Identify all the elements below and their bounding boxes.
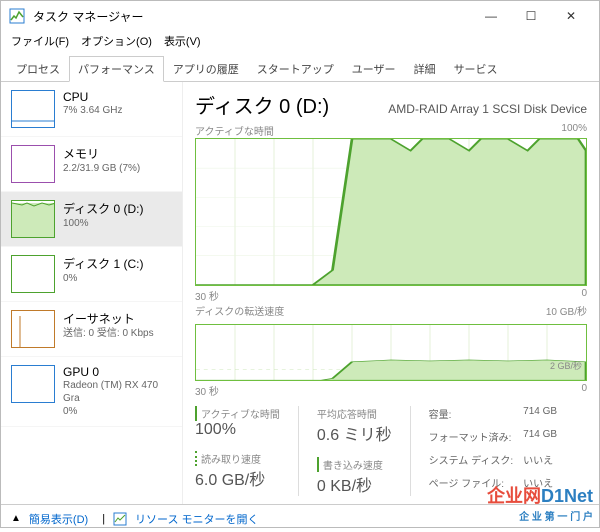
formatted-label: フォーマット済み: — [429, 429, 514, 450]
graph1-max: 100% — [561, 123, 587, 138]
gpu0-sub: Radeon (TM) RX 470 Gra 0% — [63, 379, 172, 418]
disk0-thumb — [11, 200, 55, 238]
disk1-label: ディスク 1 (C:) — [63, 255, 144, 272]
avg-resp-value: 0.6 ミリ秒 — [317, 421, 392, 445]
menu-file[interactable]: ファイル(F) — [11, 33, 69, 49]
formatted-value: 714 GB — [523, 429, 557, 450]
tab-users[interactable]: ユーザー — [343, 56, 405, 82]
graph2-xleft: 30 秒 — [195, 383, 219, 398]
read-speed-label: 読み取り速度 — [195, 451, 280, 466]
content: CPU7% 3.64 GHz メモリ2.2/31.9 GB (7%) ディスク … — [1, 82, 599, 504]
disk1-sub: 0% — [63, 272, 144, 285]
graph1-xleft: 30 秒 — [195, 288, 219, 303]
transfer-speed-graph: 2 GB/秒 — [195, 324, 587, 381]
tabstrip: プロセス パフォーマンス アプリの履歴 スタートアップ ユーザー 詳細 サービス — [1, 55, 599, 82]
graph2-xright: 0 — [581, 383, 587, 398]
disk0-sub: 100% — [63, 217, 144, 230]
tab-details[interactable]: 詳細 — [405, 56, 445, 82]
disk1-thumb — [11, 255, 55, 293]
resource-monitor-link[interactable]: リソース モニターを開く — [135, 511, 259, 527]
fewer-details-link[interactable]: 簡易表示(D) — [29, 511, 88, 527]
window-title: タスク マネージャー — [33, 8, 471, 25]
sidebar-item-gpu-0[interactable]: GPU 0Radeon (TM) RX 470 Gra 0% — [1, 357, 182, 427]
graph2-max: 10 GB/秒 — [546, 303, 587, 318]
graph2-label: ディスクの転送速度 — [195, 303, 284, 318]
sysdisk-value: いいえ — [523, 452, 557, 473]
memory-sub: 2.2/31.9 GB (7%) — [63, 162, 140, 175]
tab-app-history[interactable]: アプリの履歴 — [164, 56, 248, 82]
cpu-sub: 7% 3.64 GHz — [63, 104, 122, 117]
write-speed-label: 書き込み速度 — [317, 457, 392, 472]
sidebar-item-cpu[interactable]: CPU7% 3.64 GHz — [1, 82, 182, 137]
sidebar-item-memory[interactable]: メモリ2.2/31.9 GB (7%) — [1, 137, 182, 192]
sidebar-item-disk-0[interactable]: ディスク 0 (D:)100% — [1, 192, 182, 247]
active-time-label: アクティブな時間 — [195, 406, 280, 421]
minimize-button[interactable]: — — [471, 2, 511, 30]
gpu0-label: GPU 0 — [63, 365, 172, 379]
ethernet-sub: 送信: 0 受信: 0 Kbps — [63, 327, 154, 340]
resmon-icon — [113, 512, 127, 526]
cpu-thumb — [11, 90, 55, 128]
gpu0-thumb — [11, 365, 55, 403]
ethernet-thumb — [11, 310, 55, 348]
ethernet-label: イーサネット — [63, 310, 154, 327]
sidebar-item-ethernet[interactable]: イーサネット送信: 0 受信: 0 Kbps — [1, 302, 182, 357]
close-button[interactable]: ✕ — [551, 2, 591, 30]
memory-thumb — [11, 145, 55, 183]
active-time-graph — [195, 138, 587, 286]
app-icon — [9, 8, 25, 24]
graph1-label: アクティブな時間 — [195, 123, 274, 138]
page-title: ディスク 0 (D:) — [195, 90, 329, 119]
disk0-label: ディスク 0 (D:) — [63, 200, 144, 217]
menu-view[interactable]: 表示(V) — [164, 33, 201, 49]
tab-performance[interactable]: パフォーマンス — [69, 56, 164, 82]
menubar: ファイル(F) オプション(O) 表示(V) — [1, 31, 599, 51]
tab-startup[interactable]: スタートアップ — [248, 56, 343, 82]
chevron-up-icon: ▲ — [11, 513, 21, 524]
tab-processes[interactable]: プロセス — [7, 56, 69, 82]
memory-label: メモリ — [63, 145, 140, 162]
write-speed-value: 0 KB/秒 — [317, 472, 392, 496]
graph2-gridlabel: 2 GB/秒 — [550, 359, 582, 372]
sysdisk-label: システム ディスク: — [429, 452, 514, 473]
watermark: 企业网D1Net企 业 第 一 门 户 — [487, 482, 593, 523]
menu-options[interactable]: オプション(O) — [81, 33, 152, 49]
graph1-xright: 0 — [581, 288, 587, 303]
capacity-label: 容量: — [429, 406, 514, 427]
capacity-value: 714 GB — [523, 406, 557, 427]
device-name: AMD-RAID Array 1 SCSI Disk Device — [388, 102, 587, 116]
sidebar: CPU7% 3.64 GHz メモリ2.2/31.9 GB (7%) ディスク … — [1, 82, 183, 504]
tab-services[interactable]: サービス — [445, 56, 507, 82]
titlebar: タスク マネージャー — ☐ ✕ — [1, 1, 599, 31]
active-time-value: 100% — [195, 421, 280, 439]
avg-resp-label: 平均応答時間 — [317, 406, 392, 421]
sidebar-item-disk-1[interactable]: ディスク 1 (C:)0% — [1, 247, 182, 302]
read-speed-value: 6.0 GB/秒 — [195, 466, 280, 490]
maximize-button[interactable]: ☐ — [511, 2, 551, 30]
cpu-label: CPU — [63, 90, 122, 104]
main-pane: ディスク 0 (D:) AMD-RAID Array 1 SCSI Disk D… — [183, 82, 599, 504]
